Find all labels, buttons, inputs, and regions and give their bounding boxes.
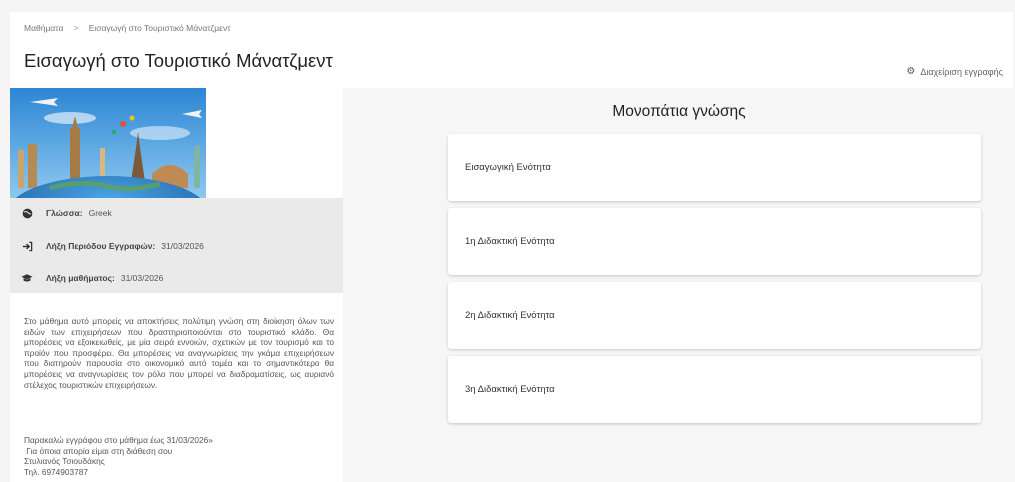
note-line: Για όποια απορία είμαι στη διάθεση σου <box>24 445 173 456</box>
breadcrumb: Μαθήματα > Εισαγωγή στο Τουριστικό Μάνατ… <box>24 23 231 33</box>
page-title: Εισαγωγή στο Τουριστικό Μάνατζμεντ <box>24 50 333 71</box>
language-value: Greek <box>88 208 112 218</box>
manage-enrollment-link[interactable]: ⚙ Διαχείριση εγγραφής <box>906 66 1003 77</box>
course-meta: Γλώσσα: Greek Λήξη Περιόδου Εγγραφών: 31… <box>10 198 343 293</box>
learning-path-label: 1η Διδακτική Ενότητα <box>465 236 555 247</box>
learning-path-label: 3η Διδακτική Ενότητα <box>465 384 555 395</box>
manage-enrollment-label: Διαχείριση εγγραφής <box>920 66 1003 77</box>
learning-path-label: Εισαγωγική Ενότητα <box>465 162 551 173</box>
learning-paths-title: Μονοπάτια γνώσης <box>612 103 746 120</box>
course-image <box>10 88 206 198</box>
language-label: Γλώσσα: <box>46 208 83 218</box>
enrollment-end-value: 31/03/2026 <box>161 241 204 251</box>
graduation-cap-icon <box>20 271 34 285</box>
learning-paths-panel: Μονοπάτια γνώσης Εισαγωγική Ενότητα 1η Δ… <box>343 88 1015 482</box>
enrollment-end-row: Λήξη Περιόδου Εγγραφών: 31/03/2026 <box>20 239 204 253</box>
course-info-panel: Γλώσσα: Greek Λήξη Περιόδου Εγγραφών: 31… <box>10 88 343 482</box>
learning-path-card[interactable]: 1η Διδακτική Ενότητα <box>448 208 981 275</box>
learning-path-card[interactable]: 2η Διδακτική Ενότητα <box>448 282 981 349</box>
course-end-label: Λήξη μαθήματος: <box>46 273 115 283</box>
sign-in-icon <box>20 239 34 253</box>
breadcrumb-current: Εισαγωγή στο Τουριστικό Μάνατζμεντ <box>88 23 231 33</box>
globe-icon <box>20 206 34 220</box>
course-end-row: Λήξη μαθήματος: 31/03/2026 <box>20 271 163 285</box>
enrollment-note: Παρακαλώ εγγράφου στο μάθημα έως 31/03/2… <box>24 435 334 477</box>
learning-path-card[interactable]: 3η Διδακτική Ενότητα <box>448 356 981 423</box>
note-line: Παρακαλώ εγγράφου στο μάθημα έως 31/03/2… <box>24 435 213 445</box>
breadcrumb-separator: > <box>73 23 79 33</box>
enrollment-end-label: Λήξη Περιόδου Εγγραφών: <box>46 241 156 251</box>
learning-path-label: 2η Διδακτική Ενότητα <box>465 310 555 321</box>
learning-path-card[interactable]: Εισαγωγική Ενότητα <box>448 134 981 201</box>
course-header: Μαθήματα > Εισαγωγή στο Τουριστικό Μάνατ… <box>10 12 1013 90</box>
course-end-value: 31/03/2026 <box>120 273 164 283</box>
course-description: Στο μάθημα αυτό μπορείς να αποκτήσεις πο… <box>24 316 334 390</box>
note-line: Στυλιανός Τσιουδάκης <box>24 456 105 467</box>
note-line: Τηλ. 6974903787 <box>24 466 88 477</box>
language-row: Γλώσσα: Greek <box>20 206 112 220</box>
gear-icon: ⚙ <box>906 66 916 77</box>
breadcrumb-courses-link[interactable]: Μαθήματα <box>24 23 63 33</box>
